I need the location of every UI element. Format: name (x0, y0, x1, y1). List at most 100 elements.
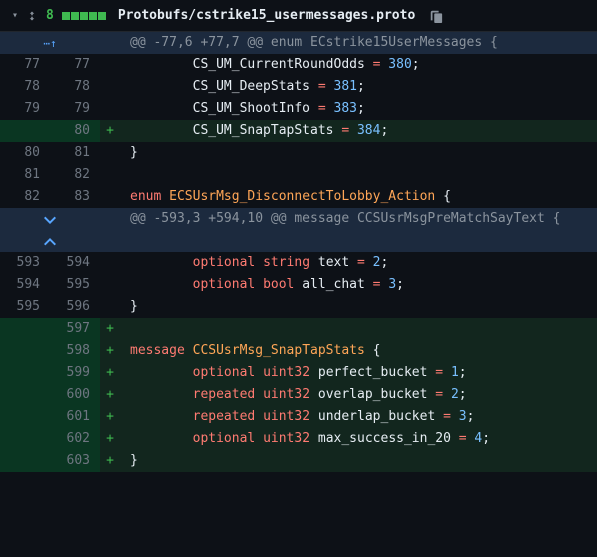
line-number-old[interactable] (0, 340, 50, 362)
diff-marker: + (100, 384, 120, 406)
diff-line: 80+ CS_UM_SnapTapStats = 384; (0, 120, 597, 142)
additions-count: 8 (46, 8, 54, 23)
diff-marker: + (100, 318, 120, 340)
code-content (120, 318, 597, 340)
line-number-old[interactable] (0, 362, 50, 384)
line-number-old[interactable]: 594 (0, 274, 50, 296)
diff-line: 603+} (0, 450, 597, 472)
code-content: optional uint32 max_success_in_20 = 4; (120, 428, 597, 450)
line-number-old[interactable]: 82 (0, 186, 50, 208)
code-content: enum ECSUsrMsg_DisconnectToLobby_Action … (120, 186, 597, 208)
line-number-new[interactable]: 79 (50, 98, 100, 120)
line-number-old[interactable]: 78 (0, 76, 50, 98)
diff-line: 599+ optional uint32 perfect_bucket = 1; (0, 362, 597, 384)
code-content: CS_UM_SnapTapStats = 384; (120, 120, 597, 142)
line-number-new[interactable]: 599 (50, 362, 100, 384)
diff-line: 600+ repeated uint32 overlap_bucket = 2; (0, 384, 597, 406)
code-content (120, 164, 597, 186)
line-number-old[interactable]: 79 (0, 98, 50, 120)
expand-hunk-button[interactable] (0, 230, 100, 252)
code-content: optional uint32 perfect_bucket = 1; (120, 362, 597, 384)
expand-icon[interactable] (26, 9, 38, 23)
chevron-down-icon[interactable]: ▾ (12, 10, 18, 21)
diff-line: 7878 CS_UM_DeepStats = 381; (0, 76, 597, 98)
diff-line: 593594 optional string text = 2; (0, 252, 597, 274)
line-number-old[interactable] (0, 384, 50, 406)
line-number-old[interactable]: 80 (0, 142, 50, 164)
line-number-new[interactable]: 596 (50, 296, 100, 318)
line-number-new[interactable]: 77 (50, 54, 100, 76)
hunk-header: @@ -77,6 +77,7 @@ enum ECstrike15UserMes… (120, 32, 597, 54)
line-number-new[interactable]: 598 (50, 340, 100, 362)
code-content: } (120, 450, 597, 472)
diff-marker: + (100, 406, 120, 428)
diff-line: 598+message CCSUsrMsg_SnapTapStats { (0, 340, 597, 362)
diff-line: 8182 (0, 164, 597, 186)
diff-marker (100, 164, 120, 186)
line-number-old[interactable]: 595 (0, 296, 50, 318)
line-number-new[interactable]: 595 (50, 274, 100, 296)
file-path[interactable]: Protobufs/cstrike15_usermessages.proto (118, 8, 415, 23)
line-number-new[interactable]: 600 (50, 384, 100, 406)
expand-down-icon (44, 213, 56, 226)
code-content: optional string text = 2; (120, 252, 597, 274)
line-number-old[interactable] (0, 450, 50, 472)
line-number-new[interactable]: 80 (50, 120, 100, 142)
diff-marker: + (100, 362, 120, 384)
code-content: message CCSUsrMsg_SnapTapStats { (120, 340, 597, 362)
diff-marker (100, 76, 120, 98)
diff-marker: + (100, 428, 120, 450)
line-number-new[interactable]: 601 (50, 406, 100, 428)
line-number-new[interactable]: 602 (50, 428, 100, 450)
diff-line: 7979 CS_UM_ShootInfo = 383; (0, 98, 597, 120)
code-content: CS_UM_DeepStats = 381; (120, 76, 597, 98)
line-number-old[interactable] (0, 318, 50, 340)
code-content: optional bool all_chat = 3; (120, 274, 597, 296)
diff-line: 597+ (0, 318, 597, 340)
line-number-new[interactable]: 597 (50, 318, 100, 340)
diff-marker: + (100, 450, 120, 472)
diff-marker (100, 186, 120, 208)
diff-marker (100, 98, 120, 120)
diff-line: 602+ optional uint32 max_success_in_20 =… (0, 428, 597, 450)
diff-marker (100, 252, 120, 274)
line-number-new[interactable]: 594 (50, 252, 100, 274)
diff-marker (100, 54, 120, 76)
line-number-old[interactable]: 77 (0, 54, 50, 76)
line-number-old[interactable] (0, 120, 50, 142)
code-content: } (120, 142, 597, 164)
diff-line: 594595 optional bool all_chat = 3; (0, 274, 597, 296)
code-content: repeated uint32 overlap_bucket = 2; (120, 384, 597, 406)
code-content: CS_UM_ShootInfo = 383; (120, 98, 597, 120)
code-content: repeated uint32 underlap_bucket = 3; (120, 406, 597, 428)
expand-up-icon: ⋯↑ (43, 37, 56, 50)
diff-table: ⋯↑ @@ -77,6 +77,7 @@ enum ECstrike15UserM… (0, 32, 597, 472)
diff-marker (100, 296, 120, 318)
expand-up-icon (44, 235, 56, 248)
line-number-new[interactable]: 83 (50, 186, 100, 208)
line-number-old[interactable] (0, 406, 50, 428)
diff-stat-bars (62, 12, 106, 20)
line-number-old[interactable]: 593 (0, 252, 50, 274)
line-number-old[interactable] (0, 428, 50, 450)
diff-line: 601+ repeated uint32 underlap_bucket = 3… (0, 406, 597, 428)
code-content: } (120, 296, 597, 318)
expand-hunk-button[interactable]: ⋯↑ (0, 32, 100, 54)
hunk-header: @@ -593,3 +594,10 @@ message CCSUsrMsgPr… (120, 208, 597, 230)
line-number-new[interactable]: 81 (50, 142, 100, 164)
diff-marker: + (100, 120, 120, 142)
line-number-new[interactable]: 603 (50, 450, 100, 472)
file-header: ▾ 8 Protobufs/cstrike15_usermessages.pro… (0, 0, 597, 32)
diff-line: 8081} (0, 142, 597, 164)
diff-line: 8283 enum ECSUsrMsg_DisconnectToLobby_Act… (0, 186, 597, 208)
diff-marker (100, 142, 120, 164)
line-number-new[interactable]: 78 (50, 76, 100, 98)
copy-icon[interactable] (429, 8, 443, 23)
expand-hunk-button[interactable] (0, 208, 100, 230)
line-number-old[interactable]: 81 (0, 164, 50, 186)
diff-marker: + (100, 340, 120, 362)
diff-line: 7777 CS_UM_CurrentRoundOdds = 380; (0, 54, 597, 76)
diff-marker (100, 274, 120, 296)
diff-line: 595596} (0, 296, 597, 318)
line-number-new[interactable]: 82 (50, 164, 100, 186)
